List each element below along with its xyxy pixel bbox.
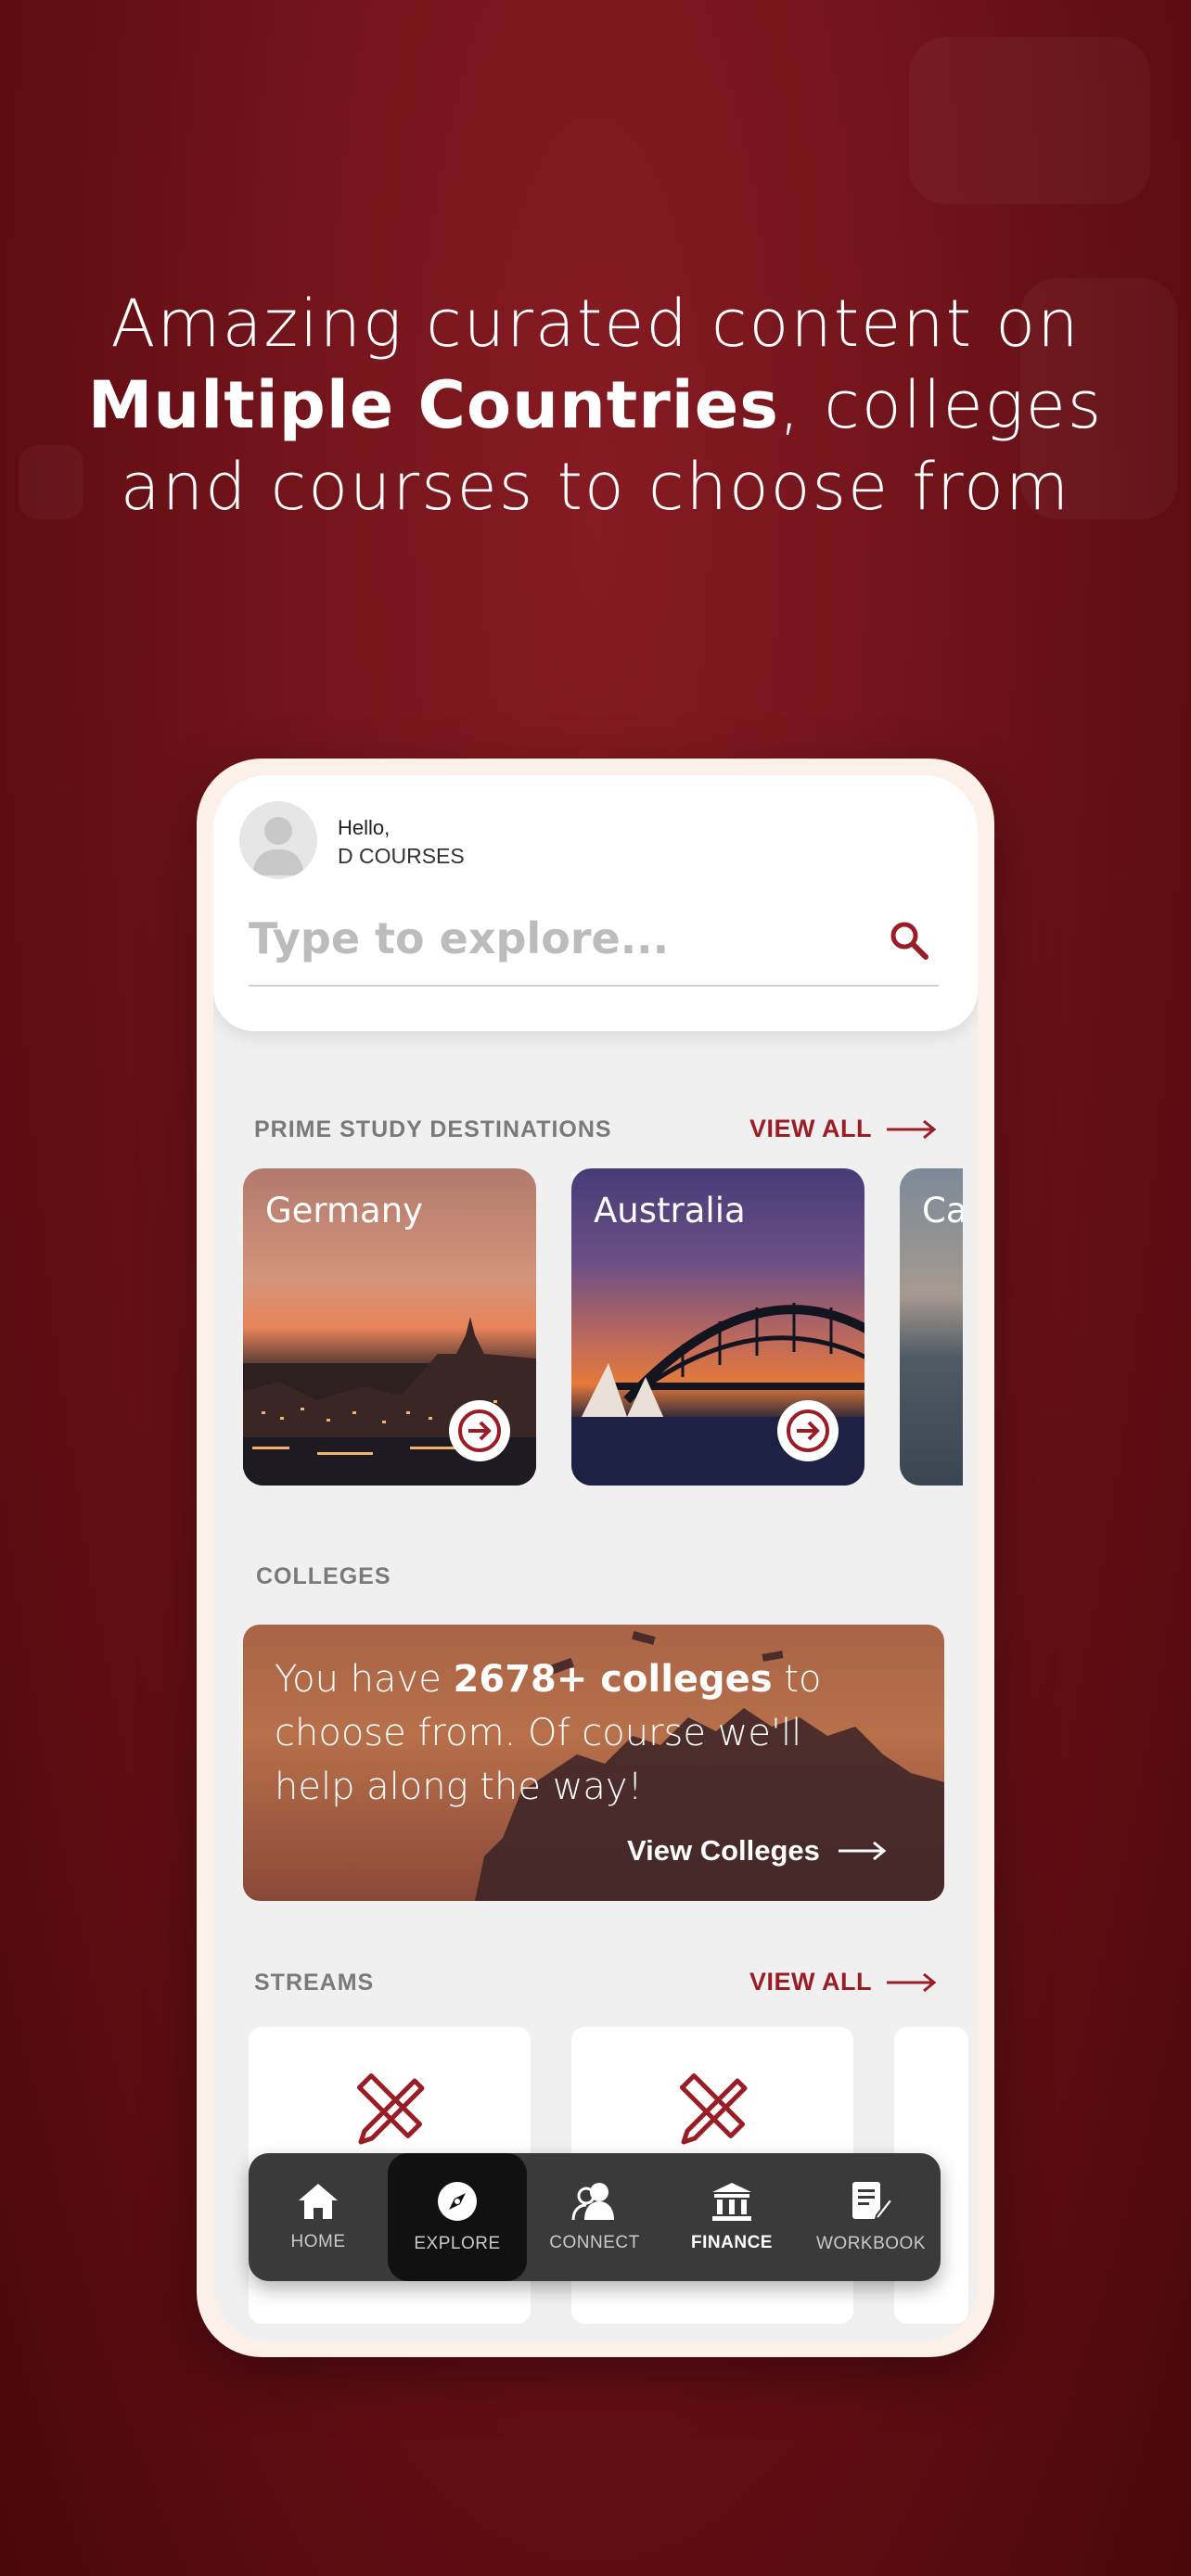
nav-item-finance[interactable]: FINANCE — [662, 2153, 801, 2281]
nav-item-home[interactable]: HOME — [249, 2153, 388, 2281]
destination-go-button[interactable] — [449, 1400, 510, 1461]
avatar[interactable] — [239, 801, 317, 879]
compass-icon — [438, 2182, 477, 2221]
destinations-view-all[interactable]: VIEW ALL — [749, 1115, 937, 1143]
nav-label: FINANCE — [691, 2233, 773, 2252]
user-placeholder-icon — [252, 817, 304, 875]
colleges-text-before: You have — [275, 1658, 454, 1701]
streams-view-all[interactable]: VIEW ALL — [749, 1968, 937, 1996]
view-colleges-link[interactable]: View Colleges — [627, 1834, 887, 1868]
headline-line1: Amazing curated content on — [110, 286, 1081, 362]
view-all-label: VIEW ALL — [749, 1968, 872, 1996]
nav-item-explore[interactable]: EXPLORE — [388, 2153, 527, 2281]
pencil-ruler-icon — [679, 2072, 748, 2145]
bottom-nav: HOME EXPLORE CONNECT FINANCE WORKBOOK — [249, 2153, 941, 2281]
headline-bold: Multiple Countries — [87, 367, 779, 443]
headline-line2-rest: , colleges — [778, 367, 1104, 443]
pencil-ruler-icon — [356, 2072, 425, 2145]
arrow-circle-icon — [787, 1409, 829, 1452]
nav-label: CONNECT — [549, 2233, 640, 2252]
app-screen: Hello, D COURSES PRIME STUDY DESTINATION… — [213, 775, 978, 2340]
nav-label: HOME — [290, 2232, 346, 2251]
search-icon — [890, 922, 928, 960]
bank-icon — [712, 2183, 751, 2221]
headline-line3: and courses to choose from — [120, 449, 1071, 525]
colleges-title: COLLEGES — [256, 1563, 391, 1589]
streams-title: STREAMS — [254, 1970, 375, 1996]
arrow-right-icon — [887, 1119, 937, 1139]
home-icon — [299, 2184, 338, 2219]
destination-go-button[interactable] — [777, 1400, 839, 1461]
nav-item-workbook[interactable]: WORKBOOK — [801, 2153, 941, 2281]
nav-item-connect[interactable]: CONNECT — [525, 2153, 664, 2281]
destination-card-partial[interactable]: Ca — [900, 1168, 963, 1486]
phone-frame: Hello, D COURSES PRIME STUDY DESTINATION… — [197, 759, 994, 2357]
destination-name: Germany — [265, 1191, 424, 1231]
arrow-right-icon — [887, 1972, 937, 1992]
view-colleges-label: View Colleges — [627, 1834, 820, 1867]
nav-label: EXPLORE — [414, 2234, 501, 2253]
header-card: Hello, D COURSES — [213, 775, 978, 1031]
workbook-icon — [852, 2182, 893, 2221]
arrow-right-icon — [838, 1841, 887, 1861]
search-underline — [249, 985, 939, 987]
search-button[interactable] — [885, 916, 933, 964]
view-all-label: VIEW ALL — [749, 1115, 872, 1142]
colleges-description: You have 2678+ colleges to choose from. … — [275, 1652, 868, 1814]
destination-card-germany[interactable]: Germany — [243, 1168, 536, 1486]
colleges-banner[interactable]: You have 2678+ colleges to choose from. … — [243, 1625, 944, 1901]
destinations-title: PRIME STUDY DESTINATIONS — [254, 1116, 612, 1142]
headline-line2: Multiple Countries, colleges — [0, 364, 1191, 446]
destination-card-australia[interactable]: Australia — [571, 1168, 864, 1486]
user-name: D COURSES — [338, 844, 465, 868]
nav-label: WORKBOOK — [815, 2234, 926, 2253]
connect-icon — [571, 2183, 614, 2221]
colleges-count: 2678+ colleges — [453, 1658, 773, 1701]
destination-name: Australia — [594, 1191, 746, 1231]
destination-name: Ca — [922, 1191, 963, 1231]
search-input[interactable] — [249, 911, 898, 966]
headline: Amazing curated content on Multiple Coun… — [0, 283, 1191, 528]
arrow-circle-icon — [458, 1409, 501, 1452]
greeting: Hello, — [338, 816, 391, 839]
